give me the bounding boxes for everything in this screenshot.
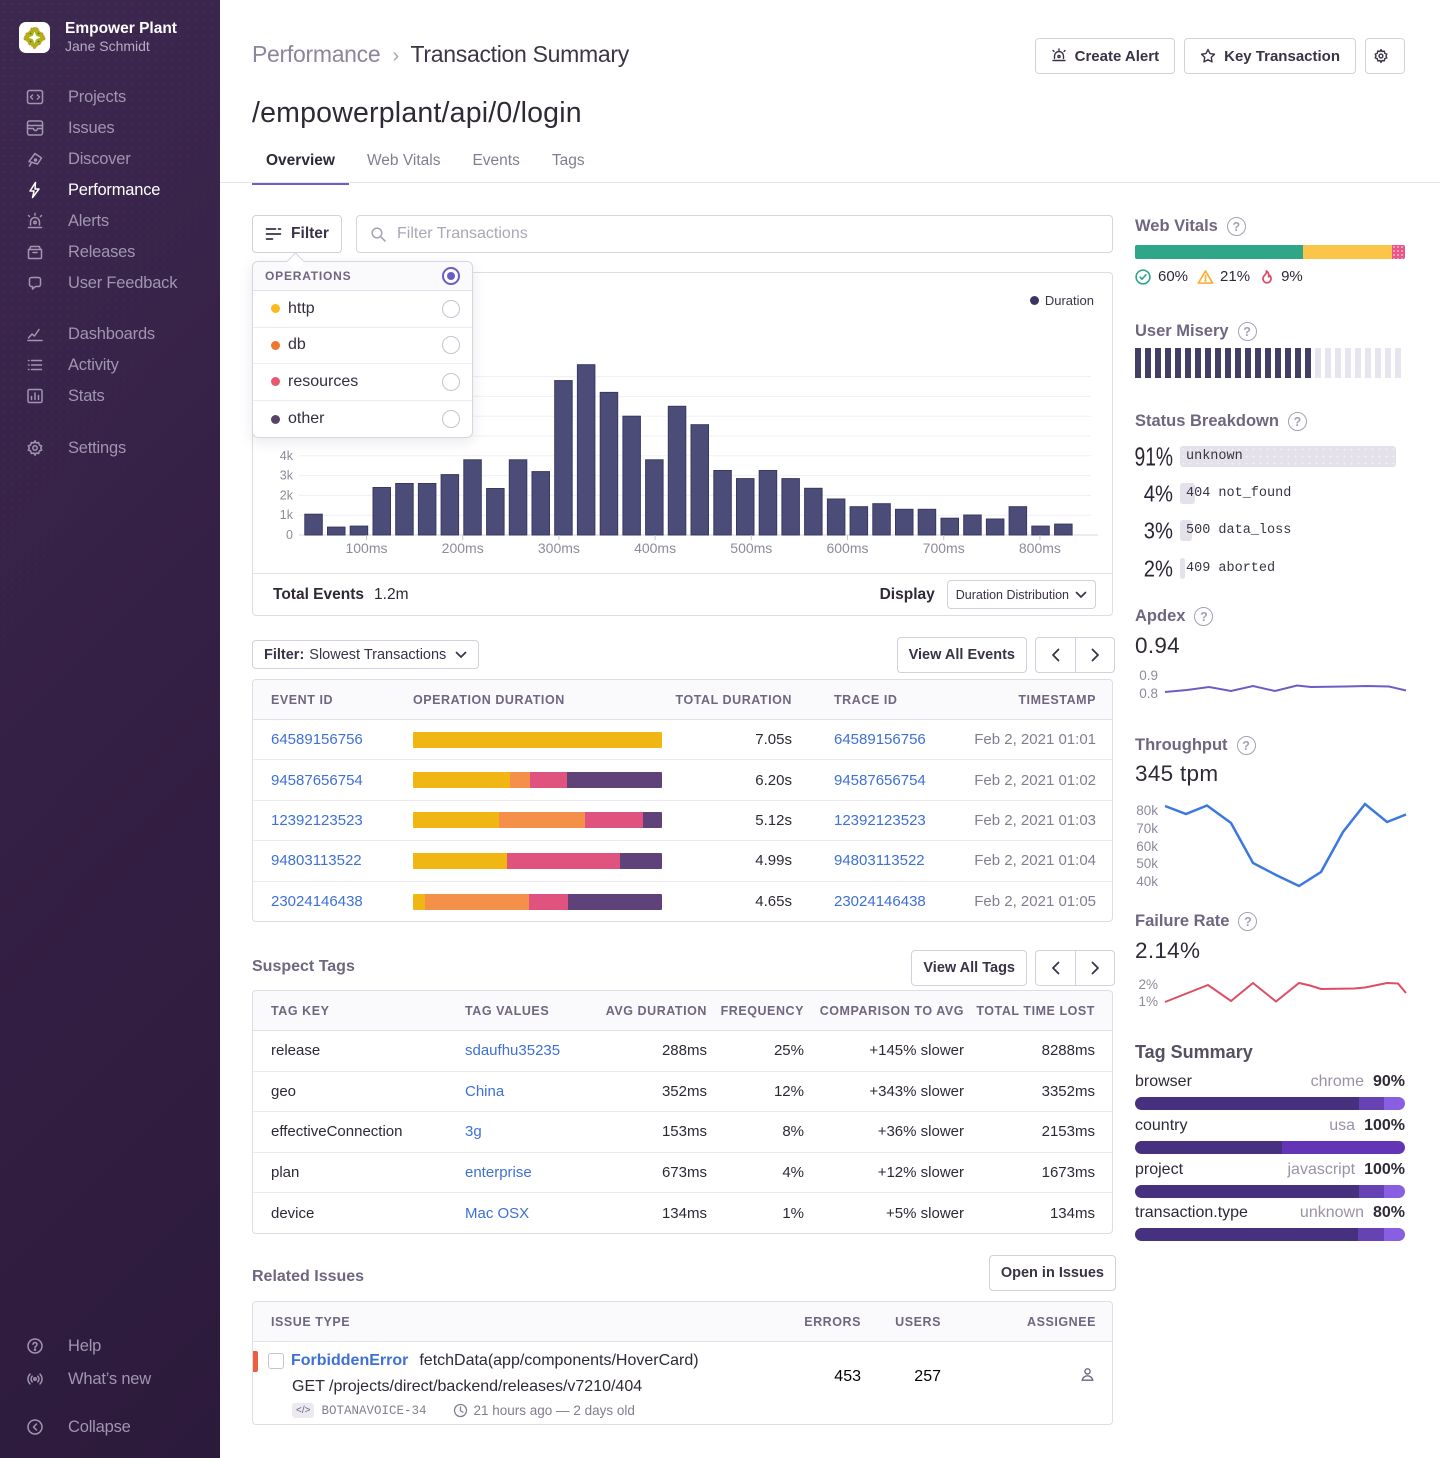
svg-text:2k: 2k <box>280 488 294 502</box>
svg-text:600ms: 600ms <box>826 540 868 556</box>
svg-text:500ms: 500ms <box>730 540 772 556</box>
svg-text:70k: 70k <box>1136 821 1158 836</box>
svg-text:50k: 50k <box>1136 856 1158 871</box>
svg-text:80k: 80k <box>1136 803 1158 818</box>
svg-text:300ms: 300ms <box>538 540 580 556</box>
svg-text:1%: 1% <box>1138 994 1158 1009</box>
svg-text:2%: 2% <box>1138 977 1158 992</box>
svg-text:40k: 40k <box>1136 874 1158 889</box>
svg-text:0.8: 0.8 <box>1139 686 1158 701</box>
svg-text:4k: 4k <box>280 449 294 463</box>
svg-text:400ms: 400ms <box>634 540 676 556</box>
svg-text:700ms: 700ms <box>923 540 965 556</box>
svg-text:200ms: 200ms <box>442 540 484 556</box>
svg-text:0: 0 <box>286 528 293 542</box>
svg-text:0.9: 0.9 <box>1139 668 1158 683</box>
svg-text:800ms: 800ms <box>1019 540 1061 556</box>
svg-text:3k: 3k <box>280 469 294 483</box>
svg-text:60k: 60k <box>1136 839 1158 854</box>
svg-text:100ms: 100ms <box>345 540 387 556</box>
svg-text:1k: 1k <box>280 508 294 522</box>
